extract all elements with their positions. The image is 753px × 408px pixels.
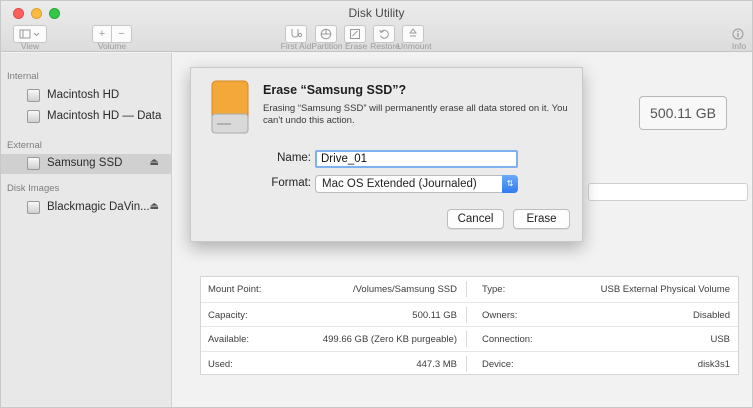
sidebar-item-blackmagic[interactable]: Blackmagic DaVin... ⏏ (1, 198, 171, 218)
restore-label: Restore (370, 41, 400, 51)
erase-label: Erase (345, 41, 368, 51)
table-row: Available: 499.66 GB (Zero KB purgeable)… (201, 326, 738, 351)
row-value: 447.3 MB (416, 358, 457, 370)
row-label: Used: (208, 358, 233, 370)
restore-icon (379, 29, 389, 39)
table-row: Mount Point: /Volumes/Samsung SSD Type: … (201, 277, 738, 302)
toolbar: Disk Utility View + − Volume First Aid P… (1, 1, 752, 52)
sidebar-item-samsung-ssd[interactable]: Samsung SSD ⏏ (1, 154, 171, 174)
view-label: View (20, 41, 40, 51)
row-label: Type: (482, 284, 506, 295)
info-table: Mount Point: /Volumes/Samsung SSD Type: … (200, 276, 739, 375)
sidebar-item-label: Macintosh HD (47, 89, 120, 101)
sidebar-icon (19, 29, 40, 39)
disk-image-icon (27, 201, 40, 214)
window-title: Disk Utility (348, 6, 405, 20)
info-icon (732, 28, 744, 40)
row-label: Available: (208, 334, 250, 345)
stethoscope-icon (291, 29, 303, 38)
row-value: USB (710, 334, 730, 345)
sidebar-item-macintosh-hd[interactable]: Macintosh HD (1, 86, 171, 106)
format-label: Format: (271, 177, 311, 189)
usage-bar (588, 183, 748, 201)
capacity-display: 500.11 GB (639, 96, 727, 130)
name-field[interactable] (315, 150, 518, 168)
row-value: /Volumes/Samsung SSD (352, 284, 457, 295)
row-value: 500.11 GB (412, 309, 457, 321)
column-divider (466, 306, 467, 323)
partition-label: Partition (311, 41, 343, 51)
sidebar-item-label: Samsung SSD (47, 157, 123, 169)
sidebar-header-disk-images: Disk Images (7, 183, 60, 194)
dialog-message: Erasing “Samsung SSD” will permanently e… (263, 103, 568, 126)
sidebar-header-external: External (7, 140, 42, 151)
row-label: Device: (482, 358, 514, 370)
sidebar-header-internal: Internal (7, 71, 39, 82)
sidebar: Internal Macintosh HD Macintosh HD — Dat… (1, 53, 172, 407)
chevron-updown-icon: ⇅ (502, 175, 518, 193)
external-disk-icon (27, 157, 40, 170)
cancel-button[interactable]: Cancel (447, 209, 504, 229)
unmount-icon (409, 28, 417, 37)
row-value: Disabled (693, 309, 730, 321)
row-value: 499.66 GB (Zero KB purgeable) (322, 334, 457, 345)
first-aid-label: First Aid (280, 41, 312, 51)
row-label: Owners: (482, 309, 518, 321)
partition-icon (320, 28, 332, 40)
dialog-title: Erase “Samsung SSD”? (263, 83, 407, 97)
internal-disk-icon (27, 110, 40, 123)
erase-dialog: Erase “Samsung SSD”? Erasing “Samsung SS… (190, 67, 583, 242)
internal-disk-icon (27, 89, 40, 102)
row-label: Capacity: (208, 309, 248, 321)
sidebar-item-label: Macintosh HD — Data (47, 110, 162, 122)
unmount-label: Unmount (397, 41, 432, 51)
table-row: Used: 447.3 MB Device: disk3s1 (201, 350, 738, 376)
sidebar-item-label: Blackmagic DaVin... (47, 201, 150, 213)
name-label: Name: (277, 152, 311, 164)
row-value: disk3s1 (697, 358, 730, 370)
row-value: USB External Physical Volume (600, 284, 730, 295)
column-divider (466, 281, 467, 297)
column-divider (466, 355, 467, 372)
sidebar-item-macintosh-hd-data[interactable]: Macintosh HD — Data (1, 107, 171, 127)
column-divider (466, 331, 467, 347)
erase-confirm-button[interactable]: Erase (513, 209, 570, 229)
erase-icon (350, 29, 360, 39)
disk-utility-window: Disk Utility View + − Volume First Aid P… (0, 0, 753, 408)
eject-icon[interactable]: ⏏ (150, 157, 159, 168)
info-label: Info (731, 41, 747, 51)
format-select[interactable]: Mac OS Extended (Journaled) ⇅ (315, 175, 518, 193)
row-label: Connection: (482, 334, 533, 345)
table-row: Capacity: 500.11 GB Owners: Disabled (201, 301, 738, 327)
external-drive-icon (211, 80, 249, 134)
eject-icon[interactable]: ⏏ (150, 201, 159, 212)
format-select-value: Mac OS Extended (Journaled) (322, 178, 477, 190)
row-label: Mount Point: (208, 284, 262, 295)
volume-label: Volume (97, 41, 127, 51)
